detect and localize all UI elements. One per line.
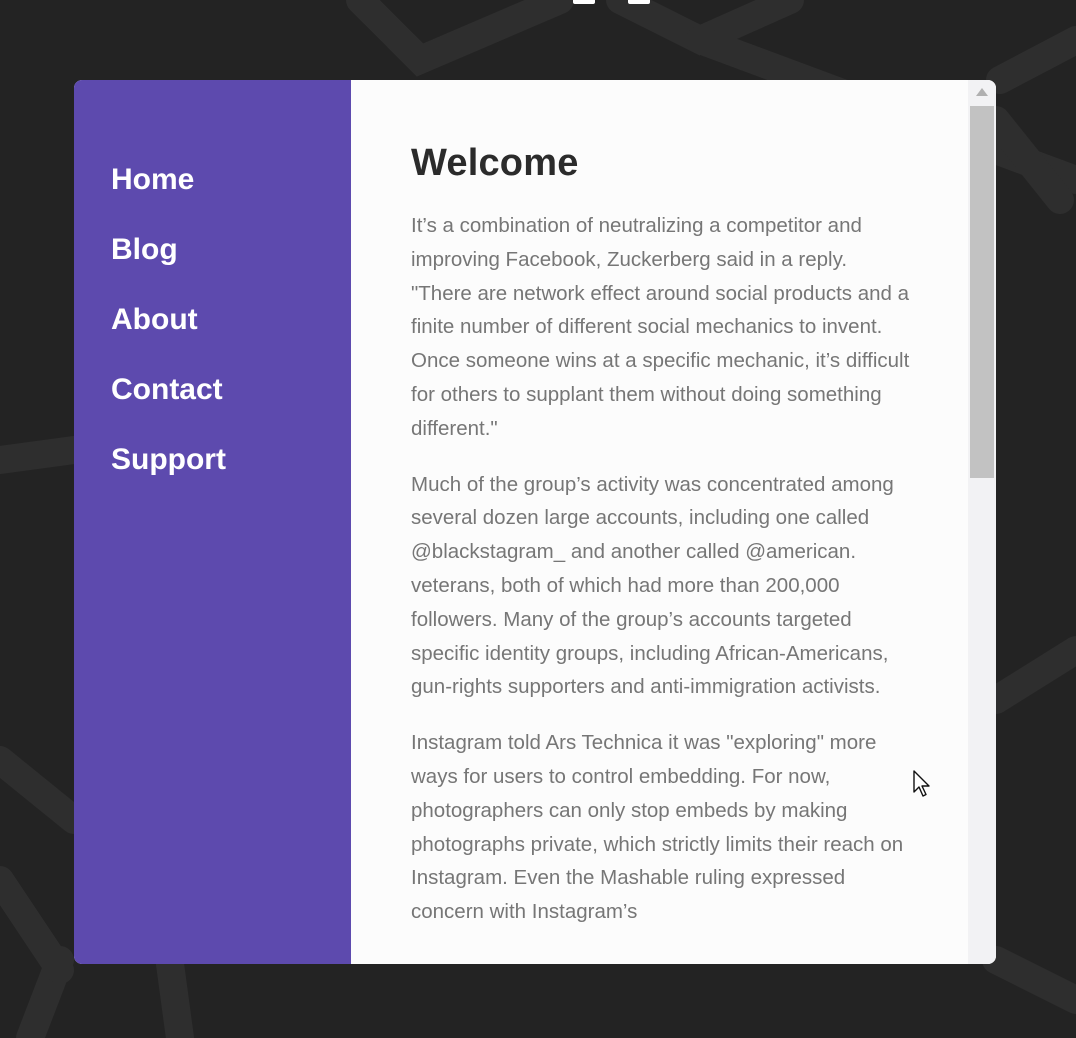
sidebar-item-blog[interactable]: Blog	[74, 230, 351, 300]
top-glyph	[628, 0, 650, 4]
sidebar-item-contact[interactable]: Contact	[74, 370, 351, 440]
mouse-pointer-icon	[913, 770, 930, 797]
chevron-up-icon[interactable]	[976, 88, 988, 96]
sidebar-nav: Home Blog About Contact Support	[74, 80, 351, 964]
article-paragraph: It’s a combination of neutralizing a com…	[411, 214, 910, 440]
article-paragraph: Much of the group’s activity was concent…	[411, 472, 894, 699]
sidebar-item-about[interactable]: About	[74, 300, 351, 370]
app-window: Home Blog About Contact Support Welcome …	[74, 80, 996, 964]
article: Welcome It’s a combination of neutralizi…	[411, 142, 911, 951]
vertical-scrollbar[interactable]	[968, 80, 996, 964]
page-title: Welcome	[411, 142, 579, 184]
article-paragraph: Instagram told Ars Technica it was "expl…	[411, 731, 904, 924]
main-content: Welcome It’s a combination of neutralizi…	[351, 80, 996, 964]
top-glyph	[573, 0, 595, 4]
scrollbar-thumb[interactable]	[970, 106, 994, 478]
sidebar-item-support[interactable]: Support	[74, 440, 351, 510]
sidebar-item-home[interactable]: Home	[74, 160, 351, 230]
